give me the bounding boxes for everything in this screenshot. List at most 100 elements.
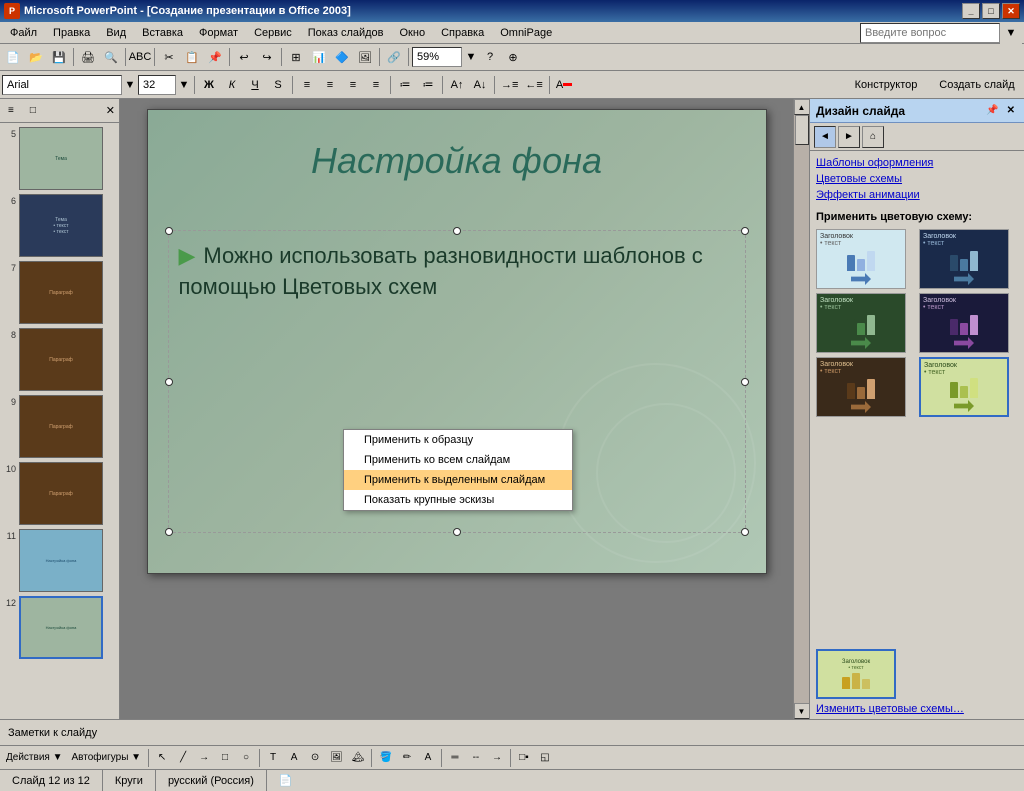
- context-apply-to-selected[interactable]: Применить к выделенным слайдам: [344, 470, 572, 490]
- resize-handle-br[interactable]: [741, 528, 749, 536]
- slide-image-6[interactable]: Тема• текст• текст: [19, 194, 103, 257]
- shadow-style-button[interactable]: □▪: [514, 748, 534, 768]
- slide-image-12[interactable]: Настройка фона: [19, 596, 103, 659]
- scroll-up-button[interactable]: ▲: [794, 99, 810, 115]
- arrow-button[interactable]: →: [194, 748, 214, 768]
- menu-slideshow[interactable]: Показ слайдов: [300, 25, 392, 41]
- font-size-arrow[interactable]: ▼: [177, 74, 191, 96]
- menu-omnipage[interactable]: OmniPage: [492, 25, 560, 41]
- italic-button[interactable]: К: [221, 74, 243, 96]
- scheme-item-1[interactable]: Заголовок • текст: [816, 229, 906, 289]
- slide-thumb-7[interactable]: 7 Параграф: [4, 261, 115, 324]
- insert-org-button[interactable]: 🔷: [331, 46, 353, 68]
- line-button[interactable]: ╱: [173, 748, 193, 768]
- underline-button[interactable]: Ч: [244, 74, 266, 96]
- preview-button[interactable]: 🔍: [100, 46, 122, 68]
- rect-button[interactable]: □: [215, 748, 235, 768]
- textbox-button[interactable]: T: [263, 748, 283, 768]
- align-center-button[interactable]: ≡: [319, 74, 341, 96]
- print-button[interactable]: 🖨: [77, 46, 99, 68]
- menu-insert[interactable]: Вставка: [134, 25, 191, 41]
- design-tb-forward-button[interactable]: ►: [838, 126, 860, 148]
- redo-button[interactable]: ↪: [256, 46, 278, 68]
- slide-thumb-12[interactable]: 12 Настройка фона: [4, 596, 115, 659]
- open-button[interactable]: 📂: [25, 46, 47, 68]
- designer-button[interactable]: Конструктор: [841, 74, 931, 96]
- slide-thumb-8[interactable]: 8 Параграф: [4, 328, 115, 391]
- 3d-style-button[interactable]: ◱: [535, 748, 555, 768]
- close-button[interactable]: ✕: [1002, 3, 1020, 19]
- menu-format[interactable]: Формат: [191, 25, 246, 41]
- wordart-button[interactable]: A: [284, 748, 304, 768]
- resize-handle-tl[interactable]: [165, 227, 173, 235]
- numberedlist-button[interactable]: ≔: [417, 74, 439, 96]
- insert-clip-button[interactable]: 🖼: [354, 46, 376, 68]
- title-bar-buttons[interactable]: _ □ ✕: [962, 3, 1020, 19]
- slide-image-9[interactable]: Параграф: [19, 395, 103, 458]
- expand-button[interactable]: ⊕: [502, 46, 524, 68]
- resize-handle-mr[interactable]: [741, 378, 749, 386]
- scheme-item-4[interactable]: Заголовок • текст: [919, 293, 1009, 353]
- context-apply-to-all[interactable]: Применить ко всем слайдам: [344, 450, 572, 470]
- slide-image-5[interactable]: Тема: [19, 127, 103, 190]
- insert-hyperlink-button[interactable]: 🔗: [383, 46, 405, 68]
- slide-image-10[interactable]: Параграф: [19, 462, 103, 525]
- color-schemes-link[interactable]: Цветовые схемы: [816, 171, 1018, 187]
- decrease-font-button[interactable]: A↓: [469, 74, 491, 96]
- line-color-button[interactable]: ✏: [397, 748, 417, 768]
- menu-tools[interactable]: Сервис: [246, 25, 300, 41]
- context-show-large[interactable]: Показать крупные эскизы: [344, 490, 572, 510]
- resize-handle-ml[interactable]: [165, 378, 173, 386]
- slide-thumb-9[interactable]: 9 Параграф: [4, 395, 115, 458]
- slide-image-11[interactable]: Настройка фона: [19, 529, 103, 592]
- scroll-thumb[interactable]: [795, 115, 809, 145]
- oval-button[interactable]: ○: [236, 748, 256, 768]
- fill-color-button[interactable]: 🪣: [375, 748, 395, 768]
- design-tb-home-button[interactable]: ⌂: [862, 126, 884, 148]
- line-style-button[interactable]: ═: [445, 748, 465, 768]
- help-button[interactable]: ?: [479, 46, 501, 68]
- diagram-button[interactable]: ⊙: [305, 748, 325, 768]
- actions-button[interactable]: Действия ▼: [2, 748, 67, 768]
- minimize-button[interactable]: _: [962, 3, 980, 19]
- justify-button[interactable]: ≡: [365, 74, 387, 96]
- scroll-down-button[interactable]: ▼: [794, 703, 810, 719]
- slide-thumb-10[interactable]: 10 Параграф: [4, 462, 115, 525]
- insert-table-button[interactable]: ⊞: [285, 46, 307, 68]
- bold-button[interactable]: Ж: [198, 74, 220, 96]
- outline-tab[interactable]: ≡: [4, 103, 18, 118]
- align-left-button[interactable]: ≡: [296, 74, 318, 96]
- paste-button[interactable]: 📌: [204, 46, 226, 68]
- clipart-button[interactable]: 🖼: [326, 748, 347, 768]
- new-slide-button[interactable]: Создать слайд: [932, 74, 1022, 96]
- maximize-button[interactable]: □: [982, 3, 1000, 19]
- slide-thumb-11[interactable]: 11 Настройка фона: [4, 529, 115, 592]
- save-button[interactable]: 💾: [48, 46, 70, 68]
- shadow-button[interactable]: S: [267, 74, 289, 96]
- slide-thumb-5[interactable]: 5 Тема: [4, 127, 115, 190]
- arrow-style-button[interactable]: →: [487, 748, 507, 768]
- resize-handle-bl[interactable]: [165, 528, 173, 536]
- panel-header-buttons[interactable]: 📌 ✕: [983, 105, 1018, 116]
- picture-button[interactable]: 🏔: [348, 748, 369, 768]
- resize-handle-tm[interactable]: [453, 227, 461, 235]
- templates-link[interactable]: Шаблоны оформления: [816, 155, 1018, 171]
- new-button[interactable]: 📄: [2, 46, 24, 68]
- context-apply-to-master[interactable]: Применить к образцу: [344, 430, 572, 450]
- help-search-button[interactable]: ▼: [1000, 22, 1022, 44]
- indent-increase-button[interactable]: →≡: [498, 74, 521, 96]
- cut-button[interactable]: ✂: [158, 46, 180, 68]
- font-name-arrow[interactable]: ▼: [123, 74, 137, 96]
- menu-window[interactable]: Окно: [392, 25, 434, 41]
- font-color-button[interactable]: A: [553, 74, 575, 96]
- zoom-dropdown[interactable]: 59%: [412, 47, 462, 67]
- scheme-item-2[interactable]: Заголовок • текст: [919, 229, 1009, 289]
- scroll-track[interactable]: [794, 115, 809, 703]
- zoom-arrow[interactable]: ▼: [464, 46, 478, 68]
- menu-view[interactable]: Вид: [98, 25, 134, 41]
- panel-close-button[interactable]: ✕: [106, 104, 115, 117]
- undo-button[interactable]: ↩: [233, 46, 255, 68]
- slide-thumb-6[interactable]: 6 Тема• текст• текст: [4, 194, 115, 257]
- font-size-dropdown[interactable]: 32: [138, 75, 176, 95]
- copy-button[interactable]: 📋: [181, 46, 203, 68]
